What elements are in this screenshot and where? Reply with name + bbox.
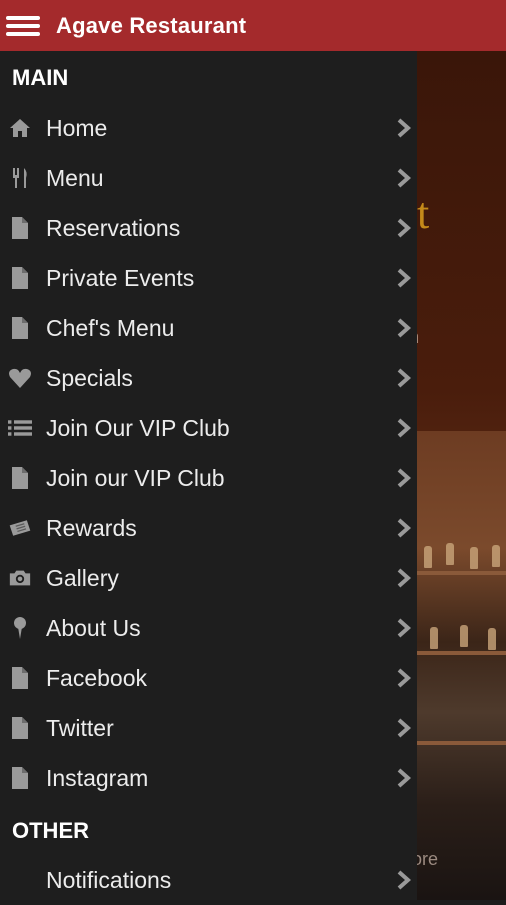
drawer-item-chefs-menu[interactable]: Chef's Menu: [0, 303, 417, 353]
photo-bottle: [492, 545, 500, 567]
heart-icon: [8, 366, 32, 390]
document-icon: [8, 316, 32, 340]
photo-bottle: [446, 543, 454, 565]
drawer-item-menu[interactable]: Menu: [0, 153, 417, 203]
section-header-main: MAIN: [12, 65, 69, 90]
document-icon: [8, 466, 32, 490]
drawer-item-specials[interactable]: Specials: [0, 353, 417, 403]
photo-bottle: [470, 547, 478, 569]
camera-icon: [8, 566, 32, 590]
home-icon: [8, 116, 32, 140]
navigation-drawer: MAIN Home Menu Reservations Private Even…: [0, 51, 417, 900]
section-header-other: OTHER: [12, 818, 89, 843]
ticket-icon: [8, 516, 32, 540]
drawer-item-reservations[interactable]: Reservations: [0, 203, 417, 253]
photo-bottle: [430, 627, 438, 649]
chevron-right-icon: [394, 517, 414, 539]
photo-bottle: [424, 546, 432, 568]
drawer-item-notifications[interactable]: Notifications: [0, 855, 417, 905]
drawer-item-label: Private Events: [46, 265, 195, 291]
chevron-right-icon: [394, 367, 414, 389]
chevron-right-icon: [394, 167, 414, 189]
photo-shelf: [417, 571, 506, 575]
hamburger-menu-icon[interactable]: [6, 13, 40, 39]
photo-bottle: [460, 625, 468, 647]
chevron-right-icon: [394, 217, 414, 239]
list-icon: [8, 416, 32, 440]
chevron-right-icon: [394, 267, 414, 289]
drawer-item-twitter[interactable]: Twitter: [0, 703, 417, 753]
drawer-item-label: Specials: [46, 365, 133, 391]
drawer-item-label: About Us: [46, 615, 141, 641]
drawer-item-join-vip-club[interactable]: Join Our VIP Club: [0, 403, 417, 453]
drawer-item-home[interactable]: Home: [0, 103, 417, 153]
photo-shelf: [417, 651, 506, 655]
photo-bottle: [488, 628, 496, 650]
drawer-item-label: Reservations: [46, 215, 181, 241]
drawer-item-label: Instagram: [46, 765, 149, 791]
drawer-item-instagram[interactable]: Instagram: [0, 753, 417, 803]
chevron-right-icon: [394, 317, 414, 339]
drawer-item-label: Notifications: [46, 867, 172, 893]
restaurant-bar-photo: [417, 431, 506, 900]
drawer-item-label: Menu: [46, 165, 104, 191]
drawer-item-facebook[interactable]: Facebook: [0, 653, 417, 703]
drawer-item-label: Rewards: [46, 515, 137, 541]
drawer-item-rewards[interactable]: Rewards: [0, 503, 417, 553]
document-icon: [8, 216, 32, 240]
document-icon: [8, 766, 32, 790]
chevron-right-icon: [394, 117, 414, 139]
photo-shelf: [417, 741, 506, 745]
chevron-right-icon: [394, 869, 414, 891]
drawer-item-label: Join Our VIP Club: [46, 415, 230, 441]
document-icon: [8, 266, 32, 290]
chevron-right-icon: [394, 767, 414, 789]
chevron-right-icon: [394, 417, 414, 439]
drawer-item-label: Gallery: [46, 565, 119, 591]
drawer-item-about-us[interactable]: About Us: [0, 603, 417, 653]
drawer-item-join-vip-club-2[interactable]: Join our VIP Club: [0, 453, 417, 503]
drawer-item-private-events[interactable]: Private Events: [0, 253, 417, 303]
app-title: Agave Restaurant: [56, 12, 247, 38]
drawer-item-label: Chef's Menu: [46, 315, 175, 341]
chevron-right-icon: [394, 717, 414, 739]
chevron-right-icon: [394, 467, 414, 489]
document-icon: [8, 716, 32, 740]
drawer-item-label: Facebook: [46, 665, 148, 691]
fork-knife-icon: [8, 166, 32, 190]
drawer-item-label: Twitter: [46, 715, 114, 741]
document-icon: [8, 666, 32, 690]
chevron-right-icon: [394, 567, 414, 589]
map-pin-icon: [8, 616, 32, 640]
drawer-item-label: Join our VIP Club: [46, 465, 225, 491]
chevron-right-icon: [394, 667, 414, 689]
app-bar: Agave Restaurant: [0, 0, 506, 51]
drawer-item-label: Home: [46, 115, 108, 141]
chevron-right-icon: [394, 617, 414, 639]
drawer-item-gallery[interactable]: Gallery: [0, 553, 417, 603]
